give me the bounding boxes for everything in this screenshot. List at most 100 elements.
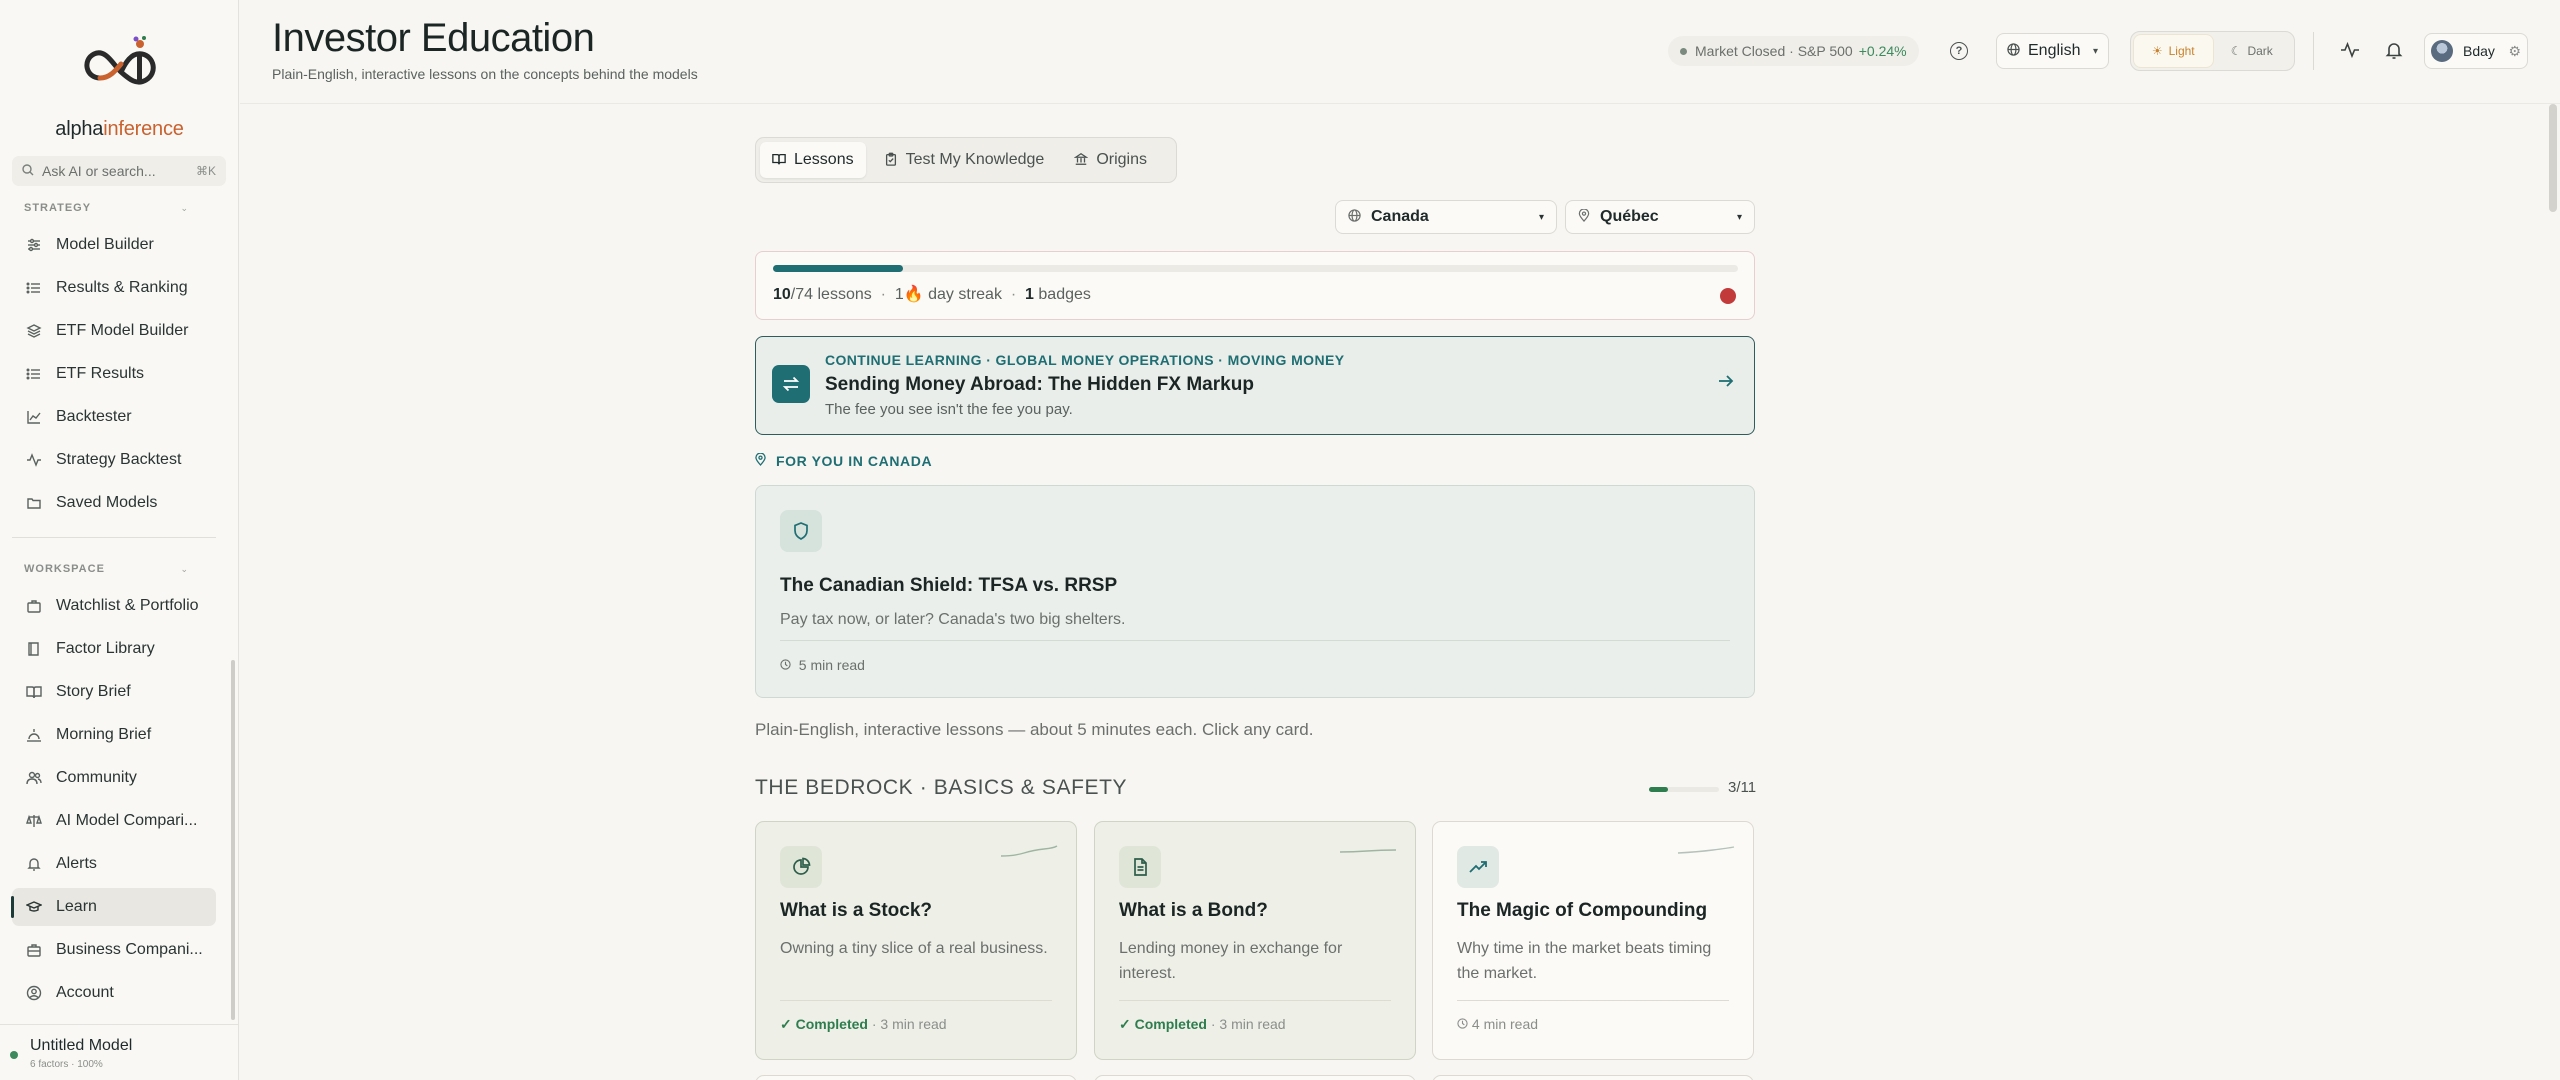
- sidebar-item-label: Saved Models: [56, 494, 158, 511]
- current-model[interactable]: Untitled Model 6 factors · 100%: [0, 1024, 239, 1080]
- sidebar-search[interactable]: Ask AI or search... ⌘K: [12, 156, 226, 186]
- chart-line-icon: [26, 409, 42, 425]
- strategy-section-label: STRATEGY: [24, 202, 92, 214]
- progress-stats: 10/74 lessons · 1🔥 day streak · 1 badges: [773, 284, 1091, 304]
- sunrise-icon: [26, 727, 42, 743]
- sidebar-item-account[interactable]: Account: [12, 974, 216, 1012]
- sidebar-item-label: AI Model Compari...: [56, 812, 198, 829]
- lesson-title: What is a Bond?: [1119, 900, 1268, 921]
- search-icon: [22, 163, 34, 179]
- sliders-icon: [26, 237, 42, 253]
- country-select[interactable]: Canada ▾: [1335, 200, 1557, 234]
- lessons-total: /74 lessons: [790, 286, 872, 303]
- lesson-meta: ✓ Completed · 3 min read: [780, 1016, 947, 1033]
- market-status-text: Market Closed · S&P 500: [1695, 43, 1853, 59]
- activity-icon[interactable]: [2340, 40, 2360, 60]
- country-value: Canada: [1371, 208, 1429, 225]
- arrow-right-icon: [1716, 371, 1736, 397]
- featured-lesson-card[interactable]: The Canadian Shield: TFSA vs. RRSP Pay t…: [755, 485, 1755, 698]
- lesson-meta: ✓ Completed · 3 min read: [1119, 1016, 1286, 1033]
- sidebar-item-learn[interactable]: Learn: [11, 888, 216, 926]
- model-meta: 6 factors · 100%: [30, 1059, 103, 1070]
- lesson-card-bond[interactable]: What is a Bond? Lending money in exchang…: [1094, 821, 1416, 1060]
- badge-icon[interactable]: [1720, 288, 1736, 304]
- chevron-down-icon[interactable]: ⌄: [180, 203, 188, 214]
- lesson-title: What is a Stock?: [780, 900, 933, 921]
- shield-icon: [780, 510, 822, 552]
- user-name: Bday: [2463, 43, 2495, 59]
- activity-icon: [26, 452, 42, 468]
- lesson-card-peek[interactable]: [755, 1075, 1077, 1080]
- globe-icon: [2007, 43, 2020, 59]
- theme-dark-label: Dark: [2247, 44, 2273, 58]
- completed-status: ✓ Completed: [780, 1016, 868, 1032]
- clock-icon: [1457, 1016, 1468, 1032]
- theme-dark-option[interactable]: ☾ Dark: [2213, 35, 2292, 67]
- lesson-card-peek[interactable]: [1432, 1075, 1754, 1080]
- book-open-icon: [26, 684, 42, 700]
- sidebar-item-morning-brief[interactable]: Morning Brief: [12, 716, 216, 754]
- stat-separator: ·: [880, 286, 886, 303]
- sidebar-scrollbar[interactable]: [231, 660, 235, 1020]
- page-title: Investor Education: [272, 16, 595, 60]
- market-change: +0.24%: [1858, 43, 1907, 59]
- page-scrollbar[interactable]: [2549, 104, 2557, 212]
- tab-test-my-knowledge[interactable]: Test My Knowledge: [872, 142, 1057, 178]
- sidebar-item-saved-models[interactable]: Saved Models: [12, 484, 216, 522]
- sidebar-item-story-brief[interactable]: Story Brief: [12, 673, 216, 711]
- flame-icon: 🔥: [903, 286, 924, 303]
- lesson-card-peek[interactable]: [1094, 1075, 1416, 1080]
- continue-learning-card[interactable]: CONTINUE LEARNING · GLOBAL MONEY OPERATI…: [755, 336, 1755, 435]
- sidebar-item-business-companies[interactable]: Business Compani...: [12, 931, 216, 969]
- lesson-card-compounding[interactable]: The Magic of Compounding Why time in the…: [1432, 821, 1754, 1060]
- page-subtitle: Plain-English, interactive lessons on th…: [272, 66, 698, 82]
- theme-light-label: Light: [2168, 44, 2195, 58]
- badges-label: badges: [1038, 286, 1091, 303]
- tab-lessons[interactable]: Lessons: [760, 142, 866, 178]
- continue-kicker: CONTINUE LEARNING · GLOBAL MONEY OPERATI…: [825, 352, 1345, 368]
- users-icon: [26, 770, 42, 786]
- map-pin-icon: [755, 452, 766, 469]
- moon-icon: ☾: [2230, 44, 2242, 58]
- sidebar-item-factor-library[interactable]: Factor Library: [12, 630, 216, 668]
- alphainference-logo[interactable]: [78, 30, 164, 100]
- sidebar-item-ai-model-comparison[interactable]: AI Model Compari...: [12, 802, 216, 840]
- card-divider: [1119, 1000, 1391, 1001]
- sidebar-item-etf-results[interactable]: ETF Results: [12, 355, 216, 393]
- notifications-bell-icon[interactable]: [2384, 40, 2404, 60]
- region-value: Québec: [1600, 208, 1659, 225]
- globe-icon: [1348, 209, 1361, 225]
- sidebar-item-label: Results & Ranking: [56, 279, 188, 296]
- theme-toggle[interactable]: ☀ Light ☾ Dark: [2130, 31, 2295, 71]
- language-value: English: [2028, 42, 2081, 59]
- sidebar-item-label: Backtester: [56, 408, 132, 425]
- chevron-down-icon: ▾: [2092, 45, 2098, 57]
- sidebar: alphainference Ask AI or search... ⌘K ST…: [0, 0, 239, 1080]
- list-icon: [26, 280, 42, 296]
- section-progress-count: 3/11: [1728, 779, 1757, 796]
- tab-origins[interactable]: Origins: [1062, 142, 1159, 178]
- sidebar-item-watchlist-portfolio[interactable]: Watchlist & Portfolio: [12, 587, 216, 625]
- tab-label: Lessons: [794, 151, 854, 168]
- sidebar-item-alerts[interactable]: Alerts: [12, 845, 216, 883]
- sidebar-item-backtester[interactable]: Backtester: [12, 398, 216, 436]
- sidebar-item-results-ranking[interactable]: Results & Ranking: [12, 269, 216, 307]
- stat-separator: ·: [1010, 286, 1017, 303]
- user-menu[interactable]: Bday ⚙: [2424, 33, 2528, 69]
- chevron-down-icon[interactable]: ⌄: [180, 564, 188, 575]
- sidebar-item-model-builder[interactable]: Model Builder: [12, 226, 216, 264]
- map-pin-icon: [1578, 208, 1590, 225]
- streak-count: 1: [894, 286, 904, 303]
- sidebar-item-strategy-backtest[interactable]: Strategy Backtest: [12, 441, 216, 479]
- theme-light-option[interactable]: ☀ Light: [2134, 35, 2213, 67]
- arrows-exchange-icon: [772, 365, 810, 403]
- region-select[interactable]: Québec ▾: [1565, 200, 1755, 234]
- lesson-card-stock[interactable]: What is a Stock? Owning a tiny slice of …: [755, 821, 1077, 1060]
- sidebar-item-etf-model-builder[interactable]: ETF Model Builder: [12, 312, 216, 350]
- sidebar-item-community[interactable]: Community: [12, 759, 216, 797]
- help-icon[interactable]: ?: [1950, 42, 1968, 60]
- language-select[interactable]: English ▾: [1996, 33, 2109, 69]
- read-time: 5 min read: [798, 657, 865, 673]
- trending-up-icon: [1457, 846, 1499, 888]
- market-status-badge: Market Closed · S&P 500 +0.24%: [1668, 36, 1919, 66]
